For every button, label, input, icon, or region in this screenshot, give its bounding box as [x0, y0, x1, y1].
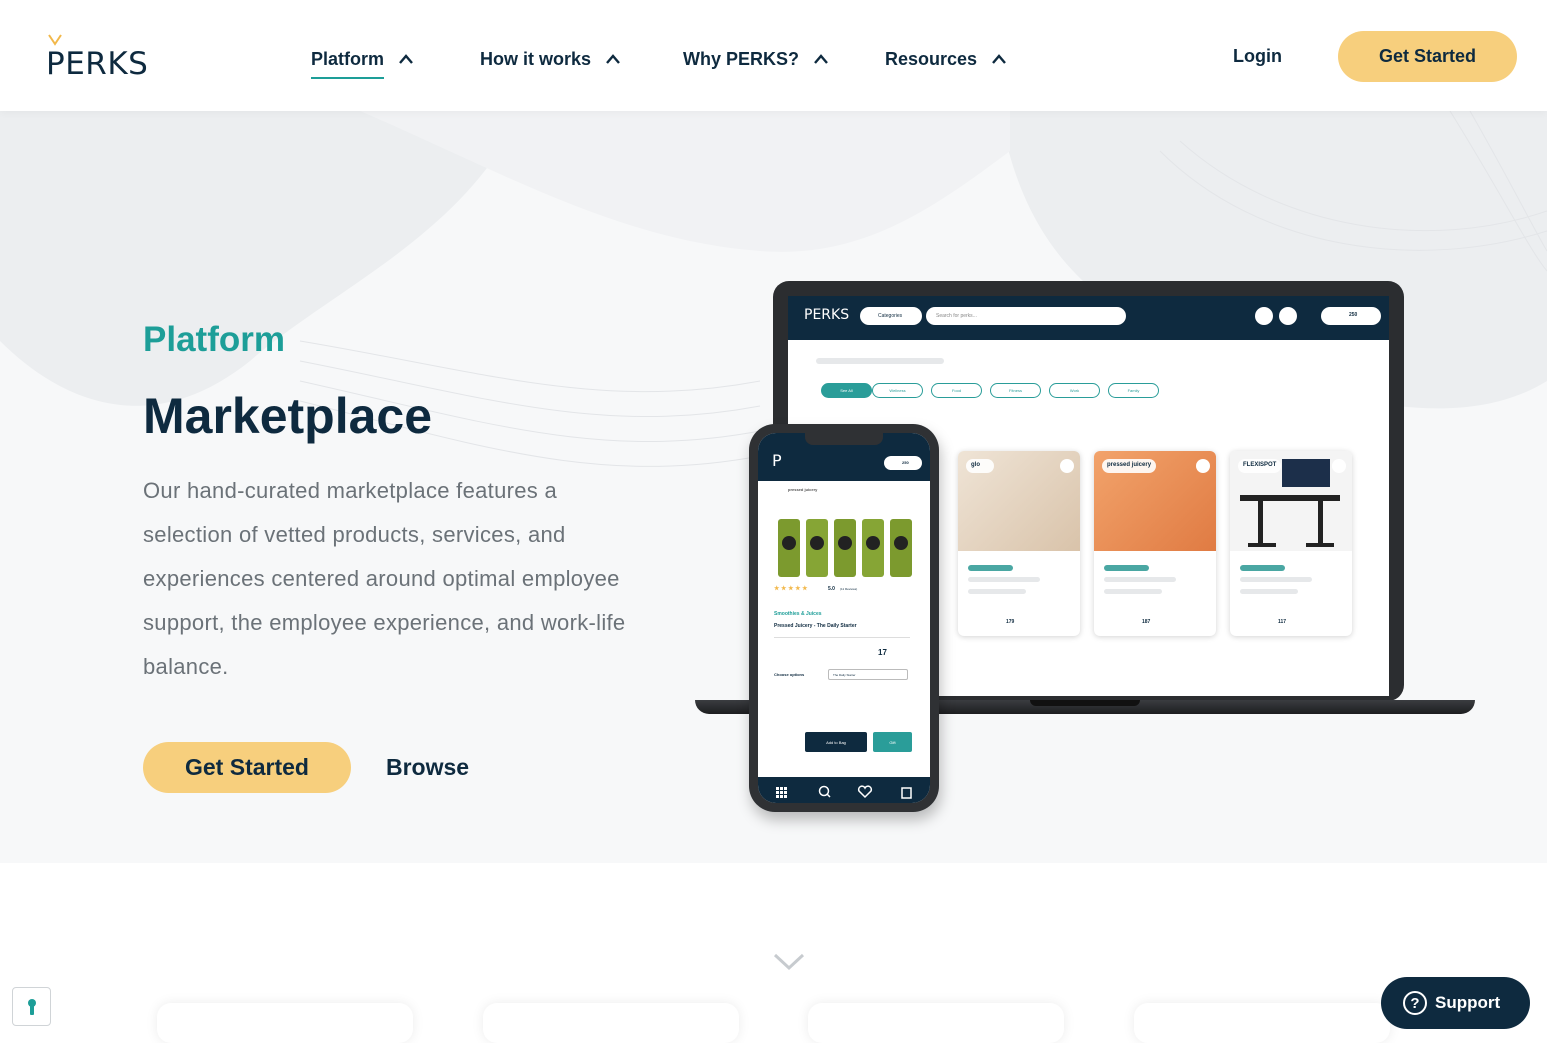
- nav-resources[interactable]: Resources: [885, 44, 1007, 74]
- screen-bag-icon: [1279, 307, 1297, 325]
- phone-brand: pressed juicery: [788, 487, 818, 492]
- card-price: 117: [1278, 619, 1287, 625]
- screen-user-points: 250: [1321, 307, 1381, 325]
- login-link[interactable]: Login: [1233, 46, 1282, 67]
- screen-heart-icon: [1255, 307, 1273, 325]
- product-card: glo 179: [958, 451, 1080, 636]
- logo-wordmark: PERKS: [46, 46, 149, 82]
- filter-pill: Food: [931, 383, 982, 398]
- phone-option-select: The Daily Starter: [828, 669, 908, 680]
- help-icon: ?: [1403, 991, 1427, 1015]
- search-icon: [818, 785, 831, 798]
- perks-logo[interactable]: PERKS: [46, 34, 156, 82]
- nav-resources-label: Resources: [885, 48, 978, 69]
- card-brand: FLEXISPOT: [1238, 459, 1282, 473]
- heart-icon: [1060, 459, 1074, 473]
- card-brand: glo: [966, 459, 994, 473]
- phone-logo: P: [772, 451, 782, 470]
- phone-choose-label: Choose options: [774, 672, 805, 677]
- keyhole-icon: [28, 999, 36, 1015]
- phone-price: 17: [878, 648, 887, 657]
- rating-stars: ★ ★ ★ ★ ★: [774, 586, 808, 592]
- feature-card: [483, 1003, 739, 1043]
- phone-user-points: 250: [884, 456, 922, 470]
- screen-logo: PERKS: [804, 307, 850, 323]
- filter-pill: Fitness: [990, 383, 1041, 398]
- hero-title: Marketplace: [143, 388, 433, 444]
- phone-add-to-bag-button: Add to Bag: [805, 732, 867, 752]
- hero-section: Platform Marketplace Our hand-curated ma…: [0, 111, 1547, 863]
- chevron-up-icon: [399, 54, 413, 64]
- phone-bottom-nav: [758, 777, 930, 803]
- phone-rating: 5.0: [828, 586, 835, 592]
- nav-how-it-works-label: How it works: [480, 48, 592, 69]
- browse-link[interactable]: Browse: [386, 754, 469, 781]
- chevron-up-icon: [992, 54, 1006, 64]
- hero-eyebrow: Platform: [143, 320, 285, 359]
- bag-icon: [901, 787, 912, 799]
- feature-card: [1134, 1003, 1390, 1043]
- header-get-started-button[interactable]: Get Started: [1338, 31, 1517, 82]
- logo-chevron-icon: [48, 34, 62, 46]
- nav-platform-label: Platform: [311, 49, 385, 79]
- juice-bottles-illustration: [778, 519, 912, 577]
- phone-screen: P 250 pressed juicery ★ ★ ★ ★ ★ 5.0 (11 …: [758, 433, 930, 803]
- feature-card: [157, 1003, 413, 1043]
- nav-how-it-works[interactable]: How it works: [480, 44, 621, 74]
- product-card: FLEXISPOT 117: [1230, 451, 1352, 636]
- nav-why-perks[interactable]: Why PERKS?: [683, 44, 829, 74]
- screen-categories: Categories: [860, 307, 922, 325]
- heart-icon: [1332, 459, 1346, 473]
- site-header: PERKS Platform How it works Why PERKS? R…: [0, 0, 1547, 111]
- screen-topbar: PERKS Categories Search for perks... 250: [788, 296, 1389, 340]
- chevron-up-icon: [606, 54, 620, 64]
- phone-mockup: P 250 pressed juicery ★ ★ ★ ★ ★ 5.0 (11 …: [749, 424, 939, 812]
- filter-pill: Family: [1108, 383, 1159, 398]
- chevron-down-icon[interactable]: [773, 953, 805, 971]
- phone-reviews: (11 Reviews): [840, 587, 858, 591]
- product-card: pressed juicery 187: [1094, 451, 1216, 636]
- nav-why-perks-label: Why PERKS?: [683, 48, 800, 69]
- cookie-settings-button[interactable]: [12, 987, 51, 1026]
- phone-gift-button: Gift: [873, 732, 912, 752]
- support-button[interactable]: ? Support: [1381, 977, 1530, 1029]
- card-price: 187: [1142, 619, 1151, 625]
- grid-icon: [776, 787, 787, 798]
- feature-card: [808, 1003, 1064, 1043]
- filter-pill: See All: [821, 383, 872, 398]
- chevron-up-icon: [814, 54, 828, 64]
- phone-notch: [805, 433, 883, 445]
- filter-pill: Work: [1049, 383, 1100, 398]
- phone-category: Smoothies & Juices: [774, 611, 822, 617]
- screen-placeholder-line: [816, 358, 944, 364]
- phone-product-name: Pressed Juicery - The Daily Starter: [774, 623, 857, 629]
- screen-search: Search for perks...: [926, 307, 1126, 325]
- filter-pill: Wellness: [872, 383, 923, 398]
- laptop-notch: [1030, 700, 1140, 706]
- hero-get-started-button[interactable]: Get Started: [143, 742, 351, 793]
- card-price: 179: [1006, 619, 1015, 625]
- nav-platform[interactable]: Platform: [311, 44, 414, 79]
- hero-description: Our hand-curated marketplace features a …: [143, 478, 626, 679]
- heart-icon: [857, 785, 873, 799]
- card-brand: pressed juicery: [1102, 459, 1157, 473]
- heart-icon: [1196, 459, 1210, 473]
- support-label: Support: [1435, 993, 1501, 1012]
